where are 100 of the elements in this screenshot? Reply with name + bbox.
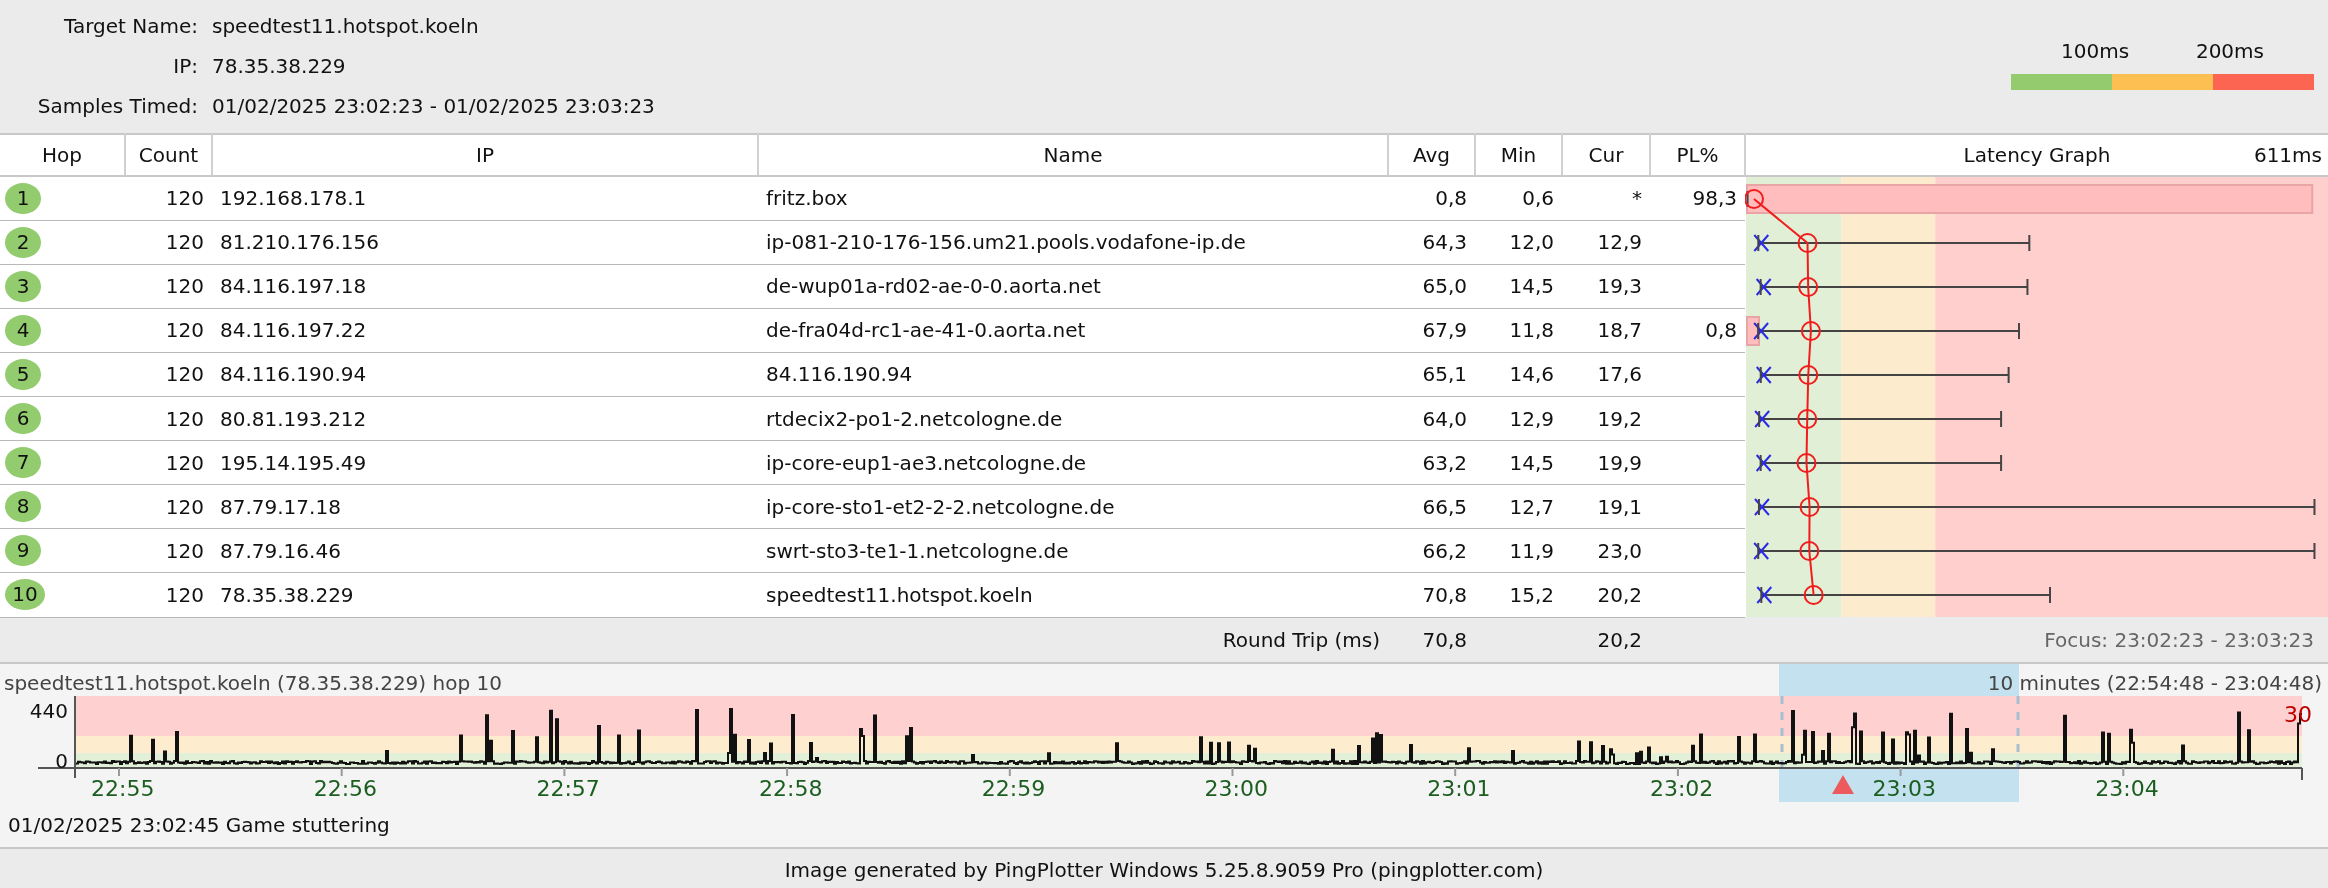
event-note: 01/02/2025 23:02:45 Game stuttering: [8, 811, 390, 839]
table-cell: 81.210.176.156: [220, 230, 380, 255]
hop-badge: 5: [5, 358, 41, 390]
axis-label: 23:04: [2095, 775, 2159, 803]
table-cell: 64,0: [1422, 406, 1467, 431]
event-marker-icon: [1832, 775, 1854, 794]
table-cell: 11,9: [1509, 538, 1554, 563]
table-cell: 120: [165, 406, 204, 431]
table-cell: *: [1632, 186, 1642, 211]
timeline-range-label: 10 minutes (22:54:48 - 23:04:48): [1987, 670, 2322, 697]
table-cell: de-wup01a-rd02-ae-0-0.aorta.net: [766, 274, 1101, 299]
table-cell: 87.79.16.46: [220, 538, 341, 563]
column-header[interactable]: Hop: [42, 143, 82, 167]
table-cell: 120: [165, 362, 204, 387]
focus-range-text: Focus: 23:02:23 - 23:03:23: [2044, 627, 2314, 652]
table-cell: 80.81.193.212: [220, 406, 367, 431]
table-cell: 12,9: [1597, 230, 1642, 255]
table-cell: 0,8: [1435, 186, 1467, 211]
table-cell: 12,0: [1509, 230, 1554, 255]
hop-badge: 8: [5, 491, 41, 523]
field-label: Samples Timed:: [37, 94, 198, 118]
table-cell: 17,6: [1597, 362, 1642, 387]
table-cell: 19,1: [1597, 494, 1642, 519]
axis-label: 23:00: [1204, 775, 1268, 803]
table-cell: 98,3: [1692, 186, 1737, 211]
field-value: speedtest11.hotspot.koeln: [212, 13, 479, 40]
table-cell: 12,7: [1509, 494, 1554, 519]
axis-label: 23:02: [1649, 775, 1714, 803]
field-label: IP:: [173, 54, 198, 78]
axis-label: 22:57: [536, 775, 600, 803]
table-cell: 11,8: [1509, 318, 1554, 343]
table-cell: 65,1: [1422, 362, 1467, 387]
table-cell: 18,7: [1597, 318, 1642, 343]
field-label: Target Name:: [64, 14, 198, 38]
hop-badge: 2: [5, 226, 41, 258]
table-cell: 19,2: [1597, 406, 1642, 431]
axis-label: 30: [2284, 701, 2312, 729]
table-cell: 120: [165, 274, 204, 299]
table-cell: 70,8: [1422, 627, 1467, 652]
column-header[interactable]: Name: [1043, 143, 1103, 167]
axis-label: 440: [29, 698, 68, 725]
hop-badge: 3: [5, 270, 41, 302]
table-cell: ip-081-210-176-156.um21.pools.vodafone-ip.de: [766, 230, 1246, 255]
table-cell: 15,2: [1509, 582, 1554, 607]
table-cell: 120: [165, 538, 204, 563]
table-cell: ip-core-eup1-ae3.netcologne.de: [766, 450, 1087, 475]
axis-label: 22:59: [981, 775, 1046, 803]
table-cell: 70,8: [1422, 582, 1467, 607]
table-cell: 84.116.190.94: [766, 362, 913, 387]
timeline-title: speedtest11.hotspot.koeln (78.35.38.229) hop 10: [4, 670, 502, 697]
table-cell: ip-core-sto1-et2-2-2.netcologne.de: [766, 494, 1115, 519]
column-header[interactable]: IP: [476, 143, 494, 167]
table-cell: 23,0: [1597, 538, 1642, 563]
table-cell: 120: [165, 450, 204, 475]
table-cell: 20,2: [1597, 582, 1642, 607]
table-cell: 67,9: [1422, 318, 1467, 343]
column-header[interactable]: Latency Graph: [1963, 140, 2111, 170]
field-value: 78.35.38.229: [212, 53, 346, 80]
table-cell: 19,3: [1597, 274, 1642, 299]
table-cell: 63,2: [1422, 450, 1467, 475]
round-trip-label: Round Trip (ms): [1222, 627, 1380, 652]
table-cell: 120: [165, 318, 204, 343]
table-cell: swrt-sto3-te1-1.netcologne.de: [766, 538, 1069, 563]
table-cell: 66,2: [1422, 538, 1467, 563]
table-cell: 84.116.197.18: [220, 274, 367, 299]
axis-label: 0: [55, 748, 68, 775]
table-cell: 20,2: [1597, 627, 1642, 652]
legend-label: 100ms: [2061, 38, 2130, 64]
axis-label: 22:58: [759, 775, 823, 803]
table-cell: 14,5: [1509, 274, 1554, 299]
table-cell: 84.116.197.22: [220, 318, 367, 343]
table-cell: 0,8: [1705, 318, 1737, 343]
table-cell: 65,0: [1422, 274, 1467, 299]
table-cell: 120: [165, 186, 204, 211]
hop-badge: 10: [5, 579, 45, 611]
graph-scale-label: 611ms: [2253, 142, 2322, 169]
hop-badge: 6: [5, 403, 41, 434]
footer-credit: Image generated by PingPlotter Windows 5.25.8.9059 Pro (pingplotter.com): [784, 856, 1544, 884]
table-cell: 87.79.17.18: [220, 494, 341, 519]
table-cell: 64,3: [1422, 230, 1467, 255]
table-cell: fritz.box: [766, 186, 848, 211]
hop-badge: 9: [5, 535, 41, 567]
field-value: 01/02/2025 23:02:23 - 01/02/2025 23:03:23: [212, 93, 655, 120]
table-cell: 192.168.178.1: [220, 186, 367, 211]
hop-badge: 1: [5, 182, 41, 214]
table-cell: 14,5: [1509, 450, 1554, 475]
hop-badge: 7: [5, 447, 41, 479]
table-cell: 14,6: [1509, 362, 1554, 387]
table-cell: 195.14.195.49: [220, 450, 367, 475]
axis-label: 23:03: [1872, 775, 1936, 803]
axis-label: 23:01: [1427, 775, 1491, 803]
table-cell: 120: [165, 494, 204, 519]
axis-label: 22:55: [91, 775, 155, 803]
table-cell: de-fra04d-rc1-ae-41-0.aorta.net: [766, 318, 1086, 343]
table-cell: 12,9: [1509, 406, 1554, 431]
legend-label: 200ms: [2195, 38, 2264, 64]
hop-badge: 4: [5, 314, 41, 346]
table-cell: 0,6: [1522, 186, 1554, 211]
table-cell: 66,5: [1422, 494, 1467, 519]
table-cell: 78.35.38.229: [220, 582, 354, 607]
